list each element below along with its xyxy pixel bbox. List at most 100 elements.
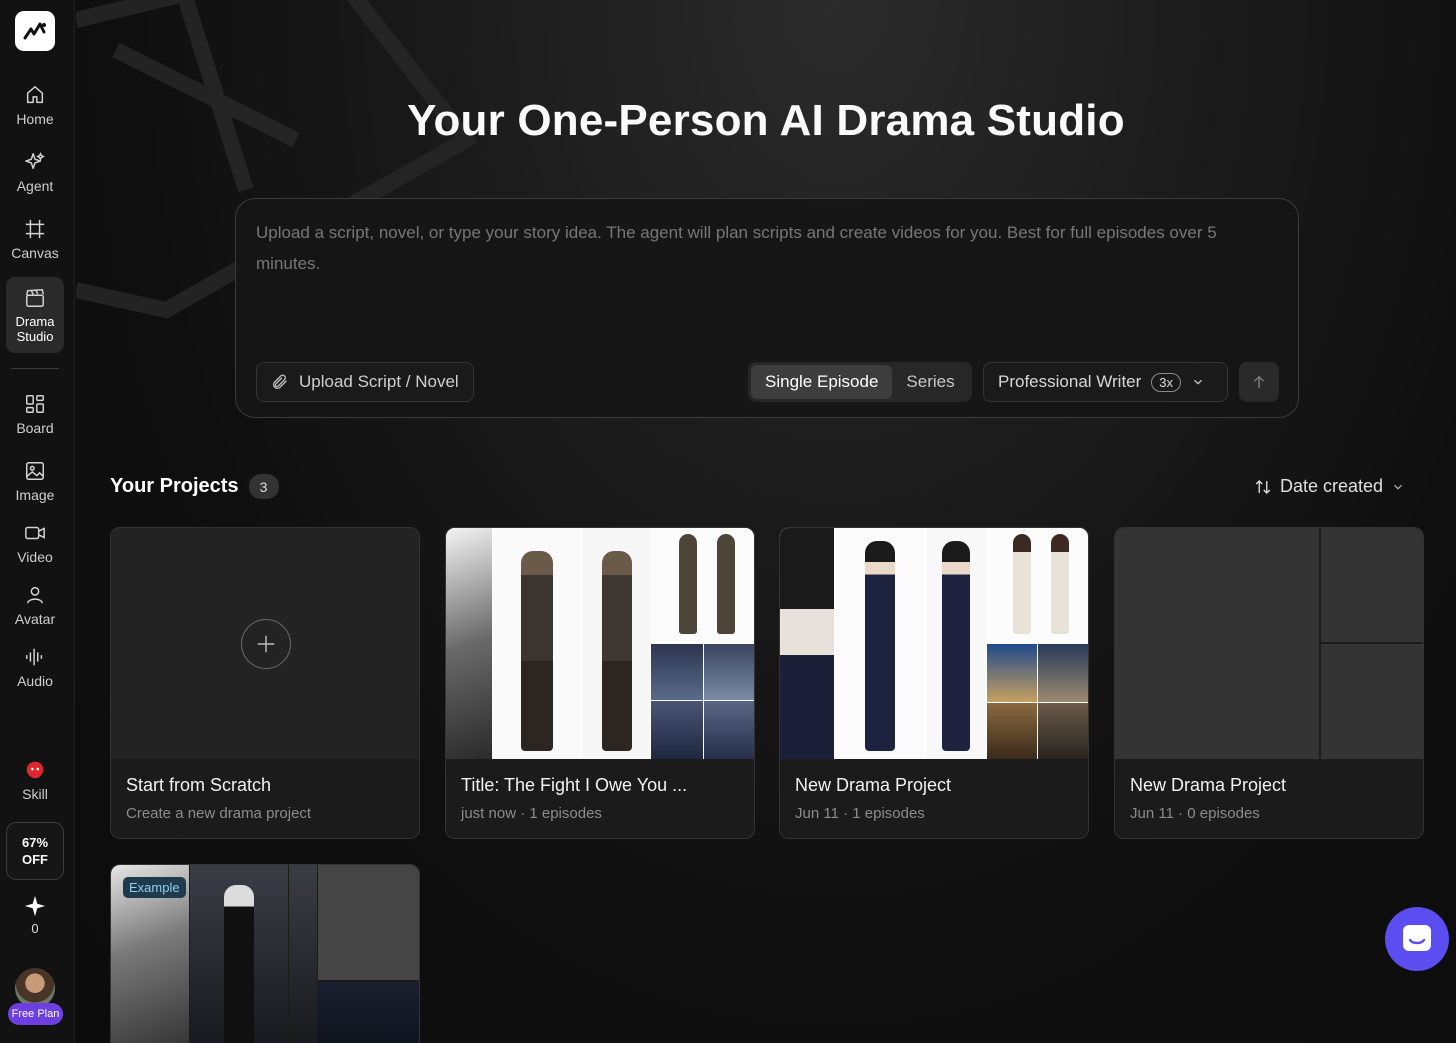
star-icon: [24, 895, 46, 917]
card-thumbnail: [1115, 528, 1423, 759]
thumb-scene: [704, 701, 754, 759]
thumb-character-side: [926, 528, 986, 759]
sidebar-item-label: Board: [16, 420, 54, 436]
video-icon: [25, 526, 45, 540]
home-icon: [26, 86, 44, 104]
sidebar-item-label: Home: [16, 111, 54, 127]
sidebar-item-label: Avatar: [14, 611, 56, 627]
card-info: New Drama Project Jun 11 · 0 episodes: [1115, 759, 1423, 838]
paperclip-icon: [273, 374, 287, 389]
thumb-placeholder: [318, 865, 419, 980]
thumb-character-front: [493, 528, 581, 759]
project-card[interactable]: Title: The Fight I Owe You ... just now …: [445, 527, 755, 839]
projects-title: Your Projects: [110, 475, 239, 497]
writer-select[interactable]: Professional Writer 3x: [983, 362, 1228, 402]
upload-script-label: Upload Script / Novel: [299, 372, 459, 391]
thumb-placeholder: [1321, 644, 1423, 759]
card-title: Start from Scratch: [126, 775, 272, 795]
upload-script-button[interactable]: Upload Script / Novel: [256, 362, 474, 402]
project-card-new[interactable]: Start from Scratch Create a new drama pr…: [110, 527, 420, 839]
sidebar: Home Agent Canvas Drama Studio Board Ima…: [0, 0, 75, 1043]
example-badge: Example: [123, 877, 186, 898]
card-title: New Drama Project: [1130, 775, 1287, 795]
sidebar-item-home[interactable]: Home: [6, 84, 64, 127]
thumb-character-female: [987, 528, 1088, 642]
sidebar-item-label: Drama Studio: [15, 314, 55, 344]
thumb-closeup: [446, 528, 492, 759]
logo-icon: [23, 22, 46, 40]
card-title: Title: The Fight I Owe You ...: [461, 775, 688, 795]
thumb-scene: [1038, 644, 1088, 702]
sidebar-item-label: Canvas: [11, 245, 59, 261]
writer-label: Professional Writer: [998, 372, 1142, 391]
send-button[interactable]: [1239, 362, 1279, 402]
thumb-scene: [651, 644, 703, 700]
card-subtitle: Jun 11 · 0 episodes: [1130, 805, 1260, 822]
chevron-down-icon: [1394, 484, 1402, 490]
writer-multiplier-badge: 3x: [1151, 372, 1182, 392]
project-card[interactable]: New Drama Project Jun 11 · 0 episodes: [1114, 527, 1424, 839]
credits-value: 0: [31, 921, 39, 936]
app-logo[interactable]: [15, 11, 55, 51]
main-content: Your One-Person AI Drama Studio Upload a…: [76, 0, 1456, 1043]
sort-dropdown[interactable]: Date created: [1254, 476, 1405, 497]
sidebar-item-label: Video: [17, 549, 53, 565]
card-info: New Drama Project Jun 11 · 1 episodes: [780, 759, 1088, 838]
thumb-placeholder: [1115, 528, 1319, 759]
thumb-placeholder: [1321, 528, 1423, 642]
thumb-character-side: [289, 865, 317, 1043]
thumb-scene: [987, 644, 1037, 702]
sort-icon: [1255, 479, 1271, 494]
sparkle-icon: [25, 152, 45, 170]
offer-percent: 67%: [21, 835, 49, 850]
discount-offer-button[interactable]: 67% OFF: [6, 822, 64, 880]
sidebar-item-canvas[interactable]: Canvas: [6, 218, 64, 261]
sidebar-item-audio[interactable]: Audio: [6, 646, 64, 689]
thumb-character-female: [651, 528, 754, 642]
sidebar-item-label: Audio: [17, 673, 53, 689]
clapperboard-icon: [26, 288, 44, 307]
projects-header: Your Projects 3: [110, 474, 279, 499]
project-card[interactable]: New Drama Project Jun 11 · 1 episodes: [779, 527, 1089, 839]
card-thumbnail: [780, 528, 1088, 759]
sidebar-item-label: Image: [15, 487, 55, 503]
sidebar-item-board[interactable]: Board: [6, 393, 64, 436]
sidebar-item-avatar[interactable]: Avatar: [6, 584, 64, 627]
plan-badge[interactable]: Free Plan: [8, 1003, 63, 1025]
credits-counter[interactable]: 0: [6, 895, 64, 936]
sort-label: Date created: [1280, 476, 1384, 496]
mode-single-episode[interactable]: Single Episode: [751, 365, 893, 399]
thumb-scene: [704, 644, 754, 700]
frame-icon: [25, 219, 45, 239]
sidebar-item-video[interactable]: Video: [6, 522, 64, 565]
page-title: Your One-Person AI Drama Studio: [407, 96, 1125, 145]
card-info: Title: The Fight I Owe You ... just now …: [446, 759, 754, 838]
plus-icon: [257, 635, 275, 653]
skill-icon: [26, 761, 44, 779]
card-thumbnail: [111, 528, 419, 759]
card-thumbnail: [446, 528, 754, 759]
card-subtitle: just now · 1 episodes: [461, 805, 602, 822]
chevron-down-icon: [1194, 379, 1202, 385]
card-title: New Drama Project: [795, 775, 952, 795]
prompt-box[interactable]: Upload a script, novel, or type your sto…: [235, 198, 1299, 418]
user-avatar[interactable]: [15, 968, 55, 1008]
support-chat-button[interactable]: [1385, 907, 1449, 971]
grid-icon: [26, 395, 44, 413]
thumb-scene: [318, 982, 419, 1043]
mode-series[interactable]: Series: [892, 365, 968, 399]
person-icon: [26, 586, 44, 604]
add-project-button[interactable]: [241, 619, 291, 669]
sidebar-item-skill[interactable]: Skill: [6, 759, 64, 802]
sidebar-divider: [11, 368, 59, 369]
card-subtitle: Jun 11 · 1 episodes: [795, 805, 925, 822]
sidebar-item-image[interactable]: Image: [6, 460, 64, 503]
sidebar-item-drama-studio[interactable]: Drama Studio: [6, 277, 64, 353]
sidebar-item-label: Skill: [22, 786, 48, 802]
projects-count-badge: 3: [248, 474, 279, 499]
prompt-input[interactable]: Upload a script, novel, or type your sto…: [256, 217, 1266, 279]
offer-off: OFF: [22, 852, 48, 867]
sidebar-item-agent[interactable]: Agent: [6, 151, 64, 194]
example-project-card[interactable]: Example: [110, 864, 420, 1043]
card-subtitle: Create a new drama project: [126, 805, 312, 822]
